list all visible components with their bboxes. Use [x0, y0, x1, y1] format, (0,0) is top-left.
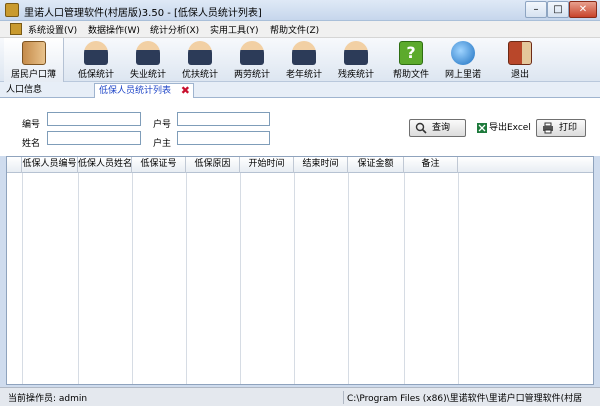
install-path: C:\Program Files (x86)\里诺软件\里诺户口管理软件(村居	[343, 391, 596, 404]
online-lino-label: 网上里诺	[444, 70, 481, 80]
print-button[interactable]: 打印	[536, 119, 586, 137]
query-button-label: 查询	[432, 123, 451, 133]
column-header[interactable]: 低保原因	[186, 157, 240, 173]
tab-population-info[interactable]: 人口信息	[2, 83, 92, 98]
book-icon	[21, 41, 46, 65]
low-income-stats-label: 低保统计	[77, 70, 114, 80]
id-label: 编号	[22, 120, 41, 130]
column-divider	[132, 173, 133, 384]
preferential-stats-button[interactable]: 优扶统计	[174, 38, 226, 82]
exit-button[interactable]: 退出	[496, 38, 544, 82]
person-icon	[84, 41, 108, 65]
unemployment-stats-label: 失业统计	[129, 70, 166, 80]
tab-strip: 人口信息 低保人员统计列表 ✖	[0, 82, 600, 98]
window-title: 里诺人口管理软件(村居版)3.50 - [低保人员统计列表]	[24, 8, 262, 19]
elderly-stats-button[interactable]: 老年统计	[278, 38, 330, 82]
household-head-input[interactable]	[177, 131, 270, 145]
print-label: 打印	[559, 123, 578, 133]
column-header[interactable]: 结束时间	[294, 157, 348, 173]
person-icon	[240, 41, 264, 65]
close-button[interactable]: ✕	[569, 1, 597, 18]
online-lino-button[interactable]: 网上里诺	[437, 38, 489, 82]
menu-data-operations[interactable]: 数据操作(W)	[88, 23, 140, 36]
unemployment-stats-button[interactable]: 失业统计	[122, 38, 174, 82]
preferential-stats-label: 优扶统计	[181, 70, 218, 80]
tab-low-income-list-label: 低保人员统计列表	[99, 86, 172, 96]
person-icon	[344, 41, 368, 65]
column-divider	[78, 173, 79, 384]
globe-icon	[451, 41, 475, 65]
person-icon	[188, 41, 212, 65]
tab-low-income-list[interactable]: 低保人员统计列表 ✖	[94, 83, 194, 98]
column-header[interactable]: 低保人员姓名	[78, 157, 132, 173]
printer-icon	[543, 122, 553, 134]
column-divider	[186, 173, 187, 384]
table-header: 低保人员编号 低保人员姓名 低保证号 低保原因 开始时间 结束时间 保证金额 备…	[7, 157, 593, 173]
minimize-button[interactable]: –	[525, 1, 547, 18]
person-icon	[136, 41, 160, 65]
app-icon	[5, 3, 19, 17]
column-divider	[294, 173, 295, 384]
elderly-person-icon	[292, 41, 316, 65]
column-divider	[348, 173, 349, 384]
magnifier-icon	[415, 122, 427, 134]
name-label: 姓名	[22, 139, 41, 149]
row-header-corner	[7, 157, 22, 173]
search-form: 编号 户号 姓名 户主 查询 导出Excel 打印	[0, 98, 600, 156]
two-labor-stats-label: 两劳统计	[233, 70, 270, 80]
elderly-stats-label: 老年统计	[285, 70, 322, 80]
maximize-button[interactable]: □	[547, 1, 569, 18]
household-number-input[interactable]	[177, 112, 270, 126]
column-header[interactable]: 低保人员编号	[22, 157, 78, 173]
close-tab-icon[interactable]: ✖	[181, 84, 190, 98]
query-button[interactable]: 查询	[409, 119, 466, 137]
column-header[interactable]: 备注	[404, 157, 458, 173]
menu-bar: 系统设置(V) 数据操作(W) 统计分析(X) 实用工具(Y) 帮助文件(Z)	[0, 21, 600, 38]
household-number-label: 户号	[153, 120, 172, 130]
disabled-stats-label: 残疾统计	[337, 70, 374, 80]
exit-door-icon	[508, 41, 532, 65]
export-excel-button[interactable]: 导出Excel	[470, 119, 531, 137]
low-income-table[interactable]: 低保人员编号 低保人员姓名 低保证号 低保原因 开始时间 结束时间 保证金额 备…	[6, 156, 594, 385]
menu-statistics[interactable]: 统计分析(X)	[150, 23, 199, 36]
household-register-label: 居民户口薄	[10, 70, 56, 80]
exit-label: 退出	[510, 70, 529, 80]
column-divider	[458, 173, 459, 384]
column-divider	[22, 173, 23, 384]
menu-app-icon[interactable]	[10, 23, 22, 35]
menu-system-settings[interactable]: 系统设置(V)	[28, 23, 77, 36]
column-header[interactable]: 保证金额	[348, 157, 404, 173]
menu-help[interactable]: 帮助文件(Z)	[270, 23, 319, 36]
excel-icon	[477, 123, 487, 133]
export-excel-label: 导出Excel	[489, 123, 531, 133]
column-header[interactable]: 开始时间	[240, 157, 294, 173]
low-income-stats-button[interactable]: 低保统计	[70, 38, 122, 82]
two-labor-stats-button[interactable]: 两劳统计	[226, 38, 278, 82]
title-bar: 里诺人口管理软件(村居版)3.50 - [低保人员统计列表] – □ ✕	[0, 0, 600, 21]
column-divider	[404, 173, 405, 384]
name-input[interactable]	[47, 131, 141, 145]
household-head-label: 户主	[153, 139, 172, 149]
disabled-stats-button[interactable]: 残疾统计	[330, 38, 382, 82]
id-input[interactable]	[47, 112, 141, 126]
current-operator: 当前操作员: admin	[8, 394, 88, 404]
status-bar: 当前操作员: admin C:\Program Files (x86)\里诺软件…	[0, 387, 600, 406]
column-header[interactable]: 低保证号	[132, 157, 186, 173]
help-file-button[interactable]: ? 帮助文件	[385, 38, 437, 82]
help-icon: ?	[399, 41, 423, 65]
household-register-button[interactable]: 居民户口薄	[4, 38, 64, 82]
toolbar: 居民户口薄 低保统计 失业统计 优扶统计 两劳统计 老年统计 残疾统计 ? 帮助…	[0, 38, 600, 82]
help-file-label: 帮助文件	[392, 70, 429, 80]
menu-tools[interactable]: 实用工具(Y)	[210, 23, 259, 36]
column-divider	[240, 173, 241, 384]
